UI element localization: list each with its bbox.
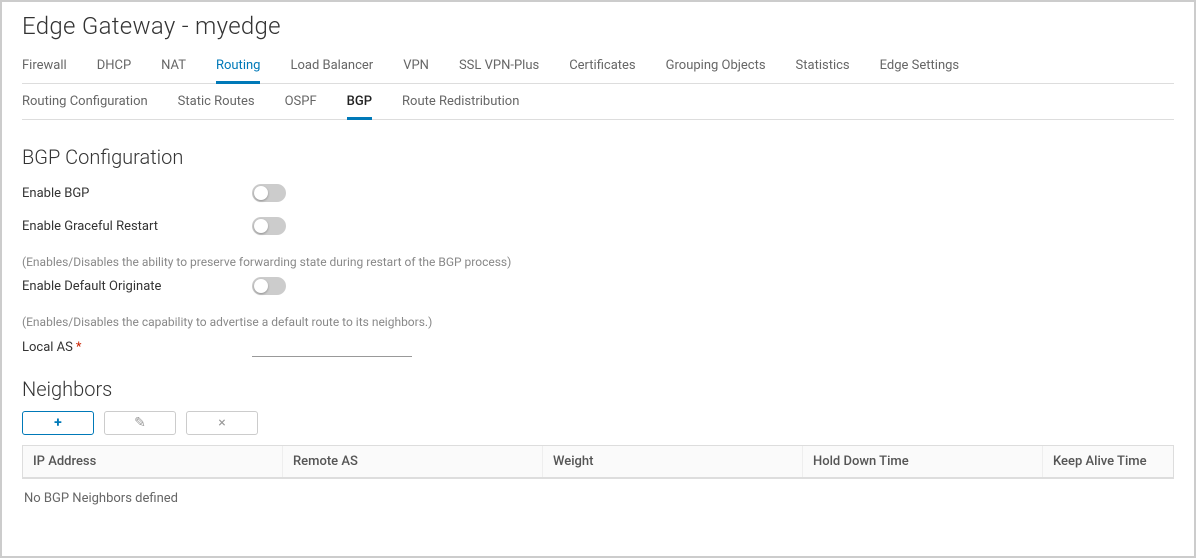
tab-certificates[interactable]: Certificates [569,50,635,83]
subtab-ospf[interactable]: OSPF [285,84,317,119]
add-neighbor-button[interactable]: + [22,411,94,435]
tab-nat[interactable]: NAT [161,50,186,83]
tab-vpn[interactable]: VPN [403,50,429,83]
tab-ssl-vpn-plus[interactable]: SSL VPN-Plus [459,50,539,83]
local-as-input[interactable] [252,337,412,357]
page-title: Edge Gateway - myedge [22,12,1174,40]
graceful-restart-label: Enable Graceful Restart [22,219,252,234]
primary-tabs: Firewall DHCP NAT Routing Load Balancer … [22,50,1174,84]
graceful-restart-toggle[interactable] [252,217,286,235]
edit-icon: ✎ [134,415,146,431]
neighbors-table-header: IP Address Remote AS Weight Hold Down Ti… [23,446,1173,478]
column-remote-as[interactable]: Remote AS [283,446,543,477]
routing-subtabs: Routing Configuration Static Routes OSPF… [22,84,1174,120]
subtab-routing-configuration[interactable]: Routing Configuration [22,84,148,119]
column-hold-down-time[interactable]: Hold Down Time [803,446,1043,477]
plus-icon: + [54,415,62,431]
default-originate-row: Enable Default Originate [22,277,1174,295]
default-originate-help: (Enables/Disables the capability to adve… [22,315,1174,329]
graceful-restart-row: Enable Graceful Restart [22,217,1174,235]
column-ip-address[interactable]: IP Address [23,446,283,477]
local-as-label-text: Local AS [22,340,73,355]
neighbors-empty-message: No BGP Neighbors defined [22,479,1174,518]
neighbors-toolbar: + ✎ × [22,411,1174,435]
local-as-label: Local AS* [22,340,252,355]
subtab-static-routes[interactable]: Static Routes [178,84,255,119]
column-weight[interactable]: Weight [543,446,803,477]
subtab-bgp[interactable]: BGP [347,84,372,119]
default-originate-toggle[interactable] [252,277,286,295]
enable-bgp-toggle[interactable] [252,184,286,202]
enable-bgp-row: Enable BGP [22,184,1174,202]
graceful-restart-help: (Enables/Disables the ability to preserv… [22,255,1174,269]
subtab-route-redistribution[interactable]: Route Redistribution [402,84,519,119]
default-originate-label: Enable Default Originate [22,279,252,294]
required-asterisk: * [76,340,82,355]
neighbors-table: IP Address Remote AS Weight Hold Down Ti… [22,445,1174,479]
tab-firewall[interactable]: Firewall [22,50,67,83]
tab-load-balancer[interactable]: Load Balancer [290,50,373,83]
delete-icon: × [218,415,225,431]
tab-edge-settings[interactable]: Edge Settings [880,50,960,83]
tab-statistics[interactable]: Statistics [796,50,850,83]
local-as-row: Local AS* [22,337,1174,357]
delete-neighbor-button[interactable]: × [186,411,258,435]
bgp-configuration-title: BGP Configuration [22,145,1174,169]
neighbors-title: Neighbors [22,377,1174,401]
enable-bgp-label: Enable BGP [22,186,252,201]
edge-gateway-window: Edge Gateway - myedge Firewall DHCP NAT … [0,0,1196,558]
tab-dhcp[interactable]: DHCP [97,50,131,83]
tab-grouping-objects[interactable]: Grouping Objects [666,50,766,83]
tab-routing[interactable]: Routing [216,50,260,83]
edit-neighbor-button[interactable]: ✎ [104,411,176,435]
column-keep-alive-time[interactable]: Keep Alive Time [1043,446,1173,477]
